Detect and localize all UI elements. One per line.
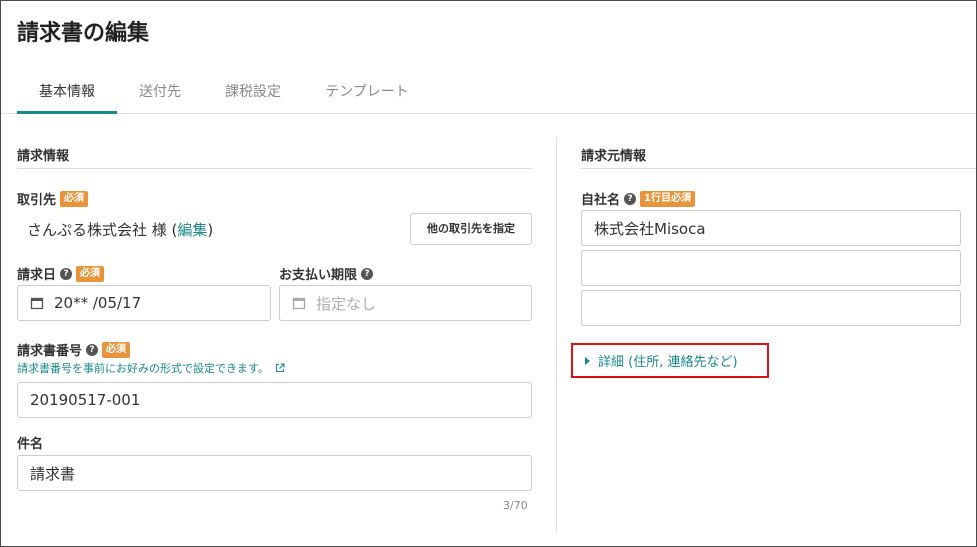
caret-right-icon xyxy=(585,356,590,365)
required-badge: 1行目必須 xyxy=(640,190,695,207)
select-other-client-button[interactable]: 他の取引先を指定 xyxy=(410,213,532,245)
client-label-text: 取引先 xyxy=(17,193,57,208)
subject-label: 件名 xyxy=(17,433,43,452)
client-name: さんぷる株式会社 様 ( xyxy=(27,221,178,239)
invoice-number-hint-text: 請求書番号を事前にお好みの形式で設定できます。 xyxy=(17,362,269,375)
help-icon[interactable]: ? xyxy=(624,192,637,205)
due-date-label: お支払い期限 ? xyxy=(279,264,374,283)
billing-info-divider xyxy=(17,168,532,169)
company-name-line3-input[interactable] xyxy=(581,290,961,326)
issuer-info-title: 請求元情報 xyxy=(581,149,647,164)
required-badge: 必須 xyxy=(102,341,131,358)
company-name-label: 自社名 ? 1行目必須 xyxy=(581,189,695,208)
invoice-number-hint-link[interactable]: 請求書番号を事前にお好みの形式で設定できます。 xyxy=(17,360,285,376)
invoice-number-label: 請求書番号 ? 必須 xyxy=(17,340,131,359)
invoice-number-input[interactable]: 20190517-001 xyxy=(17,382,532,418)
page-title: 請求書の編集 xyxy=(17,21,150,46)
invoice-date-label-text: 請求日 xyxy=(17,268,57,283)
details-toggle[interactable]: 詳細 (住所, 連絡先など) xyxy=(571,343,769,378)
subject-label-text: 件名 xyxy=(17,437,44,452)
column-divider xyxy=(556,137,557,533)
external-link-icon xyxy=(275,363,285,373)
tab-basic-info[interactable]: 基本情報 xyxy=(17,73,117,114)
subject-value: 請求書 xyxy=(30,464,76,483)
billing-info-title: 請求情報 xyxy=(17,149,70,164)
help-icon[interactable]: ? xyxy=(60,267,73,280)
client-value: さんぷる株式会社 様 (編集) xyxy=(27,219,213,240)
issuer-info-divider xyxy=(581,168,976,169)
invoice-date-input[interactable]: 20** /05/17 xyxy=(17,285,271,321)
company-name-line1-input[interactable]: 株式会社Misoca xyxy=(581,210,961,246)
help-icon[interactable]: ? xyxy=(86,343,99,356)
subject-input[interactable]: 請求書 xyxy=(17,455,532,491)
calendar-icon xyxy=(292,297,306,310)
tab-destination[interactable]: 送付先 xyxy=(123,73,197,114)
tab-template[interactable]: テンプレート xyxy=(309,73,425,114)
due-date-label-text: お支払い期限 xyxy=(279,268,358,283)
client-edit-link[interactable]: 編集 xyxy=(177,221,207,239)
company-name-line2-input[interactable] xyxy=(581,250,961,286)
required-badge: 必須 xyxy=(76,265,105,282)
client-close-paren: ) xyxy=(207,221,214,239)
required-badge: 必須 xyxy=(60,190,89,207)
invoice-date-value: 20** /05/17 xyxy=(54,294,142,312)
due-date-placeholder: 指定なし xyxy=(316,294,377,313)
invoice-number-value: 20190517-001 xyxy=(30,391,141,409)
details-toggle-label: 詳細 (住所, 連絡先など) xyxy=(598,355,738,370)
client-label: 取引先 必須 xyxy=(17,189,89,208)
tab-bar: 基本情報 送付先 課税設定 テンプレート xyxy=(1,73,976,114)
company-name-line1-value: 株式会社Misoca xyxy=(594,219,706,238)
invoice-date-label: 請求日 ? 必須 xyxy=(17,264,105,283)
subject-char-counter: 3/70 xyxy=(503,499,528,512)
tab-tax-settings[interactable]: 課税設定 xyxy=(211,73,295,114)
company-name-label-text: 自社名 xyxy=(581,193,621,208)
calendar-icon xyxy=(30,297,44,310)
due-date-input[interactable]: 指定なし xyxy=(279,285,532,321)
invoice-number-label-text: 請求書番号 xyxy=(17,344,83,359)
help-icon[interactable]: ? xyxy=(361,267,374,280)
